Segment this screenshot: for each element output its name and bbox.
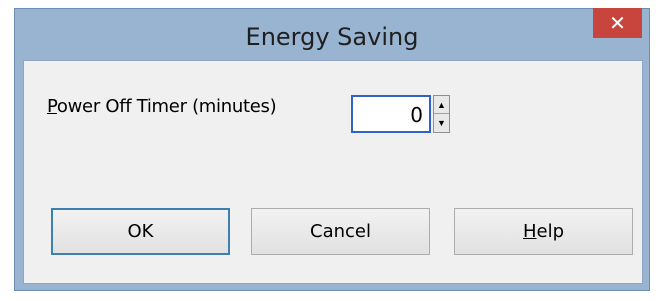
up-arrow-icon: ▲ <box>437 100 446 110</box>
help-label: elp <box>536 221 565 242</box>
label-accelerator: P <box>47 96 57 117</box>
dialog-client-area: Power Off Timer (minutes) 0 ▲ ▼ OK Cance… <box>23 60 643 284</box>
spin-down-button[interactable]: ▼ <box>434 114 449 132</box>
cancel-button[interactable]: Cancel <box>251 208 430 255</box>
power-off-timer-spinner: ▲ ▼ <box>433 95 450 133</box>
dialog-title: Energy Saving <box>245 23 419 51</box>
label-text: ower Off Timer (minutes) <box>56 96 277 117</box>
spin-up-button[interactable]: ▲ <box>434 96 449 114</box>
help-accelerator: H <box>522 221 537 242</box>
dialog-frame: Energy Saving ✕ Power Off Timer (minutes… <box>14 8 650 291</box>
title-bar[interactable]: Energy Saving ✕ <box>15 8 649 65</box>
close-button[interactable]: ✕ <box>593 8 642 38</box>
power-off-timer-label: Power Off Timer (minutes) <box>47 96 277 117</box>
power-off-timer-input[interactable]: 0 <box>351 95 431 133</box>
close-icon: ✕ <box>609 11 626 35</box>
help-button[interactable]: Help <box>454 208 633 255</box>
down-arrow-icon: ▼ <box>437 118 446 128</box>
ok-button[interactable]: OK <box>51 208 230 255</box>
dialog-window: Energy Saving ✕ Power Off Timer (minutes… <box>0 0 658 301</box>
